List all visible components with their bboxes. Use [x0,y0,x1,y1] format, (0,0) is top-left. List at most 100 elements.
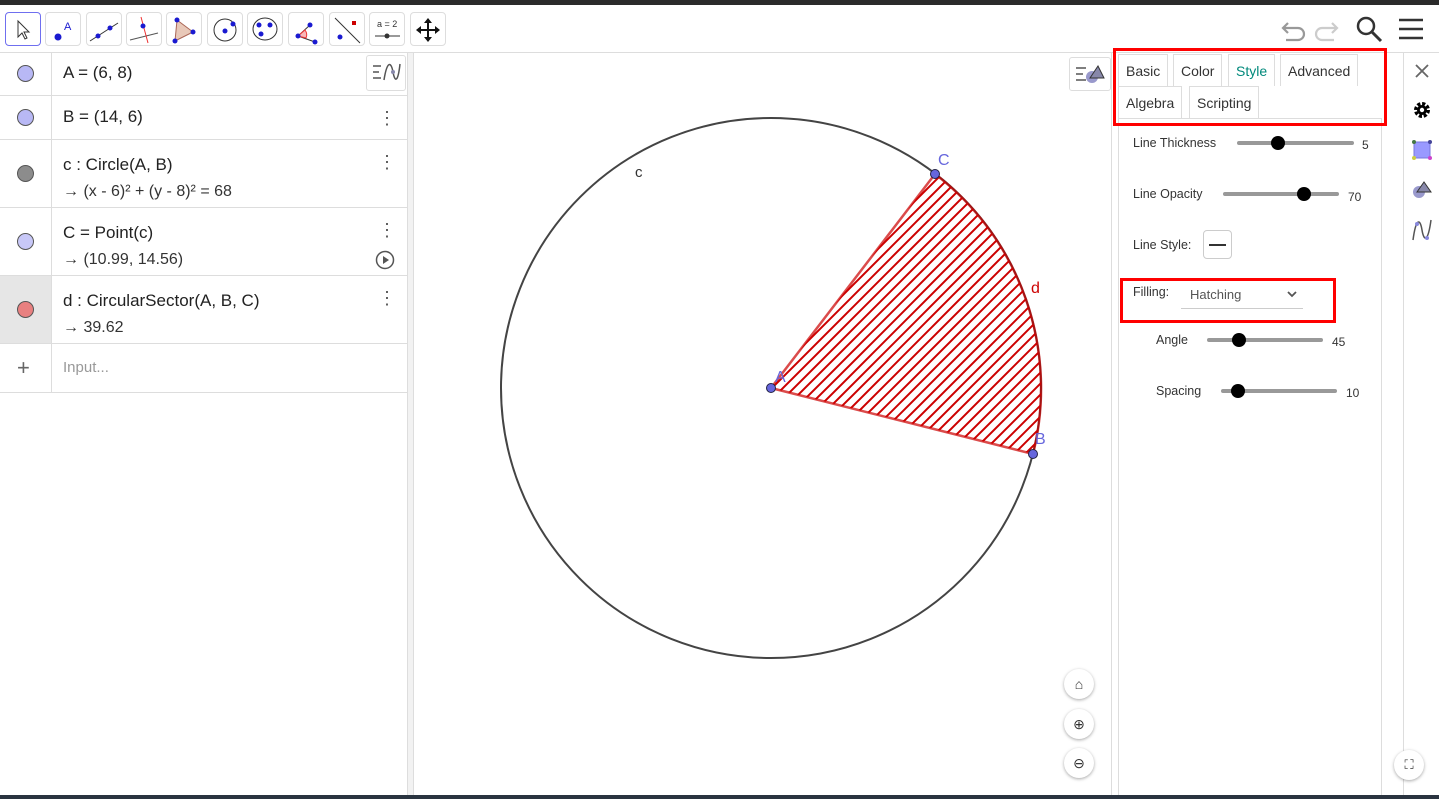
perpendicular-line-tool[interactable] [126,12,162,46]
visibility-toggle[interactable] [17,233,34,250]
hatch-line [414,53,535,753]
algebra-row-C[interactable]: C = Point(c) → (10.99, 14.56) ⋮ [0,208,407,276]
spacing-value: 10 [1346,386,1360,400]
more-options-icon[interactable]: ⋮ [378,289,396,307]
definition[interactable]: d : CircularSector(A, B, C) [63,291,260,311]
algebra-row-c[interactable]: c : Circle(A, B) → (x - 6)² + (y - 8)² =… [0,140,407,208]
hatch-line [771,174,1042,454]
definition[interactable]: c : Circle(A, B) [63,155,173,175]
hatch-line [1000,174,1042,454]
zoom-in-button[interactable]: ⊕ [1064,709,1094,739]
more-options-icon[interactable]: ⋮ [378,153,396,171]
reflect-tool[interactable] [329,12,365,46]
algebra-row-A[interactable]: A = (6, 8) [0,53,407,96]
slider-handle[interactable] [1270,136,1285,150]
hatch-line [414,53,744,753]
slider-tool[interactable]: a = 2 [369,12,405,46]
hatch-spacing-slider[interactable] [1221,384,1337,398]
point-tool[interactable]: A [45,12,81,46]
graphics-view[interactable]: A B C c d ⌂ ⊕ ⊖ [414,53,1111,795]
visibility-toggle[interactable] [17,165,34,182]
hatch-line [771,174,811,454]
shapes-settings-icon[interactable] [1411,178,1433,200]
line-thickness-slider[interactable] [1237,136,1354,150]
circle-tool[interactable] [207,12,243,46]
hatch-line [414,53,568,753]
angle-icon [295,22,318,45]
move-arrows-icon [416,18,440,42]
gear-icon[interactable] [1412,100,1432,120]
fullscreen-button[interactable]: ⛶ [1394,750,1424,780]
point-B[interactable] [1028,449,1038,459]
hatch-line [414,53,447,753]
undo-icon[interactable] [1280,15,1308,43]
point-C[interactable] [930,169,940,179]
hatch-line [771,174,1020,454]
algebra-row-d[interactable]: d : CircularSector(A, B, C) → 39.62 ⋮ [0,276,407,344]
definition[interactable]: A = (6, 8) [63,63,132,83]
label-c: c [635,164,643,181]
hatch-line [414,53,612,753]
visibility-toggle[interactable] [17,109,34,126]
algebra-row-B[interactable]: B = (14, 6) ⋮ [0,96,407,140]
menu-icon[interactable] [1397,15,1425,43]
hatch-line [1011,174,1042,454]
hatch-line [414,53,502,753]
hatch-line [414,53,722,753]
hatch-angle-slider[interactable] [1207,333,1323,347]
hatch-line [414,53,491,753]
hatch-line [414,53,425,753]
close-icon[interactable] [1414,63,1430,79]
hatch-line [771,174,1042,454]
line-tool[interactable] [86,12,122,46]
hatch-line [1033,174,1042,454]
graphics-canvas[interactable]: A B C c d [414,53,1111,795]
line-opacity-slider[interactable] [1223,187,1339,201]
graphics-style-button[interactable] [1069,57,1111,91]
move-tool[interactable] [5,12,41,46]
highlight-box-filling [1120,278,1336,323]
search-icon[interactable] [1354,15,1384,45]
hatch-line [771,174,1042,454]
home-button[interactable]: ⌂ [1064,669,1094,699]
hatch-line [771,174,1042,454]
line-style-button[interactable] [1203,230,1232,259]
definition[interactable]: C = Point(c) [63,223,153,243]
visibility-toggle[interactable] [17,65,34,82]
hatch-line [1067,53,1111,753]
hatch-line [771,174,1042,454]
hatch-line [771,174,1009,454]
angle-tool[interactable] [288,12,324,46]
properties-panel: Basic Color Style Advanced Algebra Scrip… [1111,48,1403,798]
hatch-line [934,174,1042,454]
slider-label: a = 2 [377,19,397,29]
redo-icon[interactable] [1312,15,1340,43]
hatch-line [771,174,1042,454]
algebra-settings-icon[interactable] [1411,218,1433,242]
highlight-box-tabs [1113,48,1387,126]
hatch-line [771,174,1042,454]
plus-icon[interactable]: + [17,355,30,381]
more-options-icon[interactable]: ⋮ [378,221,396,239]
definition[interactable]: B = (14, 6) [63,107,143,127]
more-options-icon[interactable]: ⋮ [378,109,396,127]
hatch-line [771,174,1042,454]
visibility-toggle[interactable] [17,301,34,318]
hatch-line [414,53,689,753]
play-animation-icon[interactable] [375,250,395,270]
hatch-line [879,174,1042,454]
zoom-out-button[interactable]: ⊖ [1064,748,1094,778]
hatch-line [956,174,1042,454]
hatch-line [923,174,1042,454]
graphics-settings-icon[interactable] [1411,139,1433,161]
value: → (10.99, 14.56) [63,251,184,268]
move-graphics-tool[interactable] [410,12,446,46]
polygon-tool[interactable] [166,12,202,46]
perpendicular-line-icon [129,16,159,44]
hatch-line [771,174,1042,454]
conic-tool[interactable] [247,12,283,46]
algebra-style-button[interactable] [366,55,406,91]
hatch-line [771,174,1042,454]
input-bar[interactable]: Input... [63,359,109,376]
input-row[interactable]: + Input... [0,344,407,393]
